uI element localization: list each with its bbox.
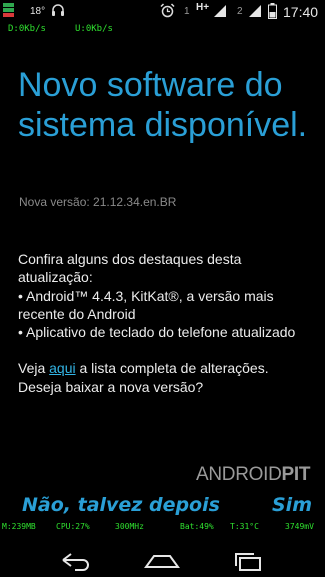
- flag-icon: [3, 3, 14, 20]
- changelog-line: Veja aqui a lista completa de alterações…: [18, 359, 318, 377]
- battery-readout: Bat:49%: [180, 522, 214, 531]
- changelog-link[interactable]: aqui: [49, 360, 75, 376]
- highlight-item: • Android™ 4.4.3, KitKat®, a versão mais…: [18, 287, 274, 322]
- frequency-readout: 300MHz: [115, 522, 144, 531]
- temperature-text: 18°: [30, 6, 46, 17]
- back-icon[interactable]: [55, 550, 95, 572]
- update-description: Confira alguns dos destaques desta atual…: [18, 250, 318, 396]
- highlight-item: • Aplicativo de teclado do telefone atua…: [18, 324, 296, 341]
- androidpit-watermark: ANDROIDPIT: [196, 464, 311, 485]
- link-suffix: a lista completa de alterações.: [75, 360, 269, 377]
- voltage-readout: 3749mV: [285, 522, 314, 531]
- signal-icon: [213, 4, 227, 18]
- upload-speed: U:0Kb/s: [75, 24, 113, 34]
- update-title: Novo software do sistema disponível.: [18, 66, 308, 144]
- clock-time: 17:40: [283, 4, 319, 20]
- signal-icon: [248, 4, 262, 18]
- headphones-icon: [51, 3, 65, 17]
- sim2-label: 2: [237, 6, 243, 17]
- download-speed: D:0Kb/s: [8, 24, 46, 34]
- recent-apps-icon[interactable]: [228, 550, 268, 572]
- accept-button[interactable]: Sim: [272, 494, 312, 516]
- temperature-readout: T:31°C: [230, 522, 259, 531]
- battery-icon: [268, 3, 277, 19]
- sim1-label: 1: [184, 6, 190, 17]
- download-question: Deseja baixar a nova versão?: [18, 378, 204, 395]
- alarm-icon: [160, 3, 175, 18]
- status-bar: 18° 1 H+ 2 17:40: [0, 0, 325, 24]
- network-type: H+: [196, 2, 210, 13]
- decline-button[interactable]: Não, talvez depois: [22, 494, 220, 516]
- highlights-intro: Confira alguns dos destaques desta atual…: [18, 251, 242, 286]
- link-prefix: Veja: [18, 360, 50, 377]
- cpu-readout: CPU:27%: [56, 522, 90, 531]
- home-icon[interactable]: [142, 550, 182, 572]
- version-text: Nova versão: 21.12.34.en.BR: [19, 195, 177, 209]
- navigation-bar: [0, 542, 325, 577]
- memory-readout: M:239MB: [2, 522, 36, 531]
